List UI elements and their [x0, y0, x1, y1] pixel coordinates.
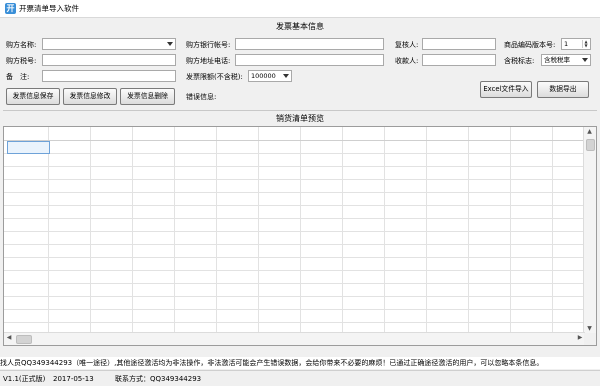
- reviewer-label: 复核人:: [395, 41, 419, 49]
- limit-value: 100000: [251, 72, 276, 80]
- scroll-up-icon[interactable]: ▲: [584, 127, 595, 137]
- chevron-down-icon: [283, 74, 289, 78]
- grid-row-line: [4, 322, 596, 323]
- tax-flag-dropdown[interactable]: 含税税率: [541, 54, 591, 66]
- grid-row-line: [4, 231, 596, 232]
- window-title: 开票清单导入软件: [19, 4, 79, 13]
- grid-row-line: [4, 244, 596, 245]
- grid-column-line: [174, 127, 175, 345]
- limit-label: 发票限额(不含税):: [186, 73, 243, 81]
- code-version-label: 商品编码版本号:: [504, 41, 556, 49]
- grid-row-line: [4, 283, 596, 284]
- status-bar: V1.1(正式版) 2017-05-13 联系方式：QQ349344293: [0, 370, 600, 386]
- excel-import-button[interactable]: Excel文件导入: [480, 81, 532, 98]
- bank-account-label: 购方银行帐号:: [186, 41, 231, 49]
- grid-row-line: [4, 296, 596, 297]
- error-label: 错误信息:: [186, 93, 217, 101]
- grid-column-line: [216, 127, 217, 345]
- vertical-scrollbar[interactable]: ▲ ▼: [583, 127, 596, 334]
- tax-flag-label: 含税标志:: [504, 57, 535, 65]
- save-invoice-button[interactable]: 发票信息保存: [6, 88, 60, 105]
- chevron-down-icon: [582, 58, 588, 62]
- grid-column-line: [300, 127, 301, 345]
- bank-account-input[interactable]: [235, 38, 384, 50]
- grid-column-line: [258, 127, 259, 345]
- grid-header-line: [4, 140, 596, 141]
- tax-flag-value: 含税税率: [544, 56, 570, 64]
- grid-column-line: [48, 127, 49, 345]
- remark-input[interactable]: [42, 70, 176, 82]
- selected-cell[interactable]: [7, 141, 50, 154]
- scrollbar-corner: [584, 333, 596, 345]
- grid-row-line: [4, 270, 596, 271]
- grid-column-line: [342, 127, 343, 345]
- release-date: 2017-05-13: [53, 375, 94, 383]
- section-divider: [3, 110, 597, 111]
- grid-row-line: [4, 166, 596, 167]
- contact-text: 联系方式：QQ349344293: [115, 375, 202, 383]
- payee-input[interactable]: [422, 54, 496, 66]
- address-phone-label: 购方地址电话:: [186, 57, 231, 65]
- title-bar: 开 开票清单导入软件: [0, 0, 600, 18]
- delete-invoice-button[interactable]: 发票信息删除: [120, 88, 175, 105]
- grid-column-line: [384, 127, 385, 345]
- grid-column-line: [90, 127, 91, 345]
- grid-column-line: [552, 127, 553, 345]
- grid-row-line: [4, 309, 596, 310]
- grid-row-line: [4, 218, 596, 219]
- section-title: 发票基本信息: [276, 22, 324, 31]
- spin-arrows-icon[interactable]: ▲ ▼: [582, 40, 589, 48]
- vertical-scroll-thumb[interactable]: [586, 139, 595, 151]
- version-text: V1.1(正式版): [3, 375, 46, 383]
- sales-list-title: 销货清单预览: [276, 114, 324, 123]
- remark-label: 备 注:: [6, 73, 30, 81]
- sales-list-grid[interactable]: ▲ ▼ ◀ ▶: [3, 126, 597, 346]
- reviewer-input[interactable]: [422, 38, 496, 50]
- grid-row-line: [4, 205, 596, 206]
- export-button[interactable]: 数据导出: [537, 81, 589, 98]
- horizontal-scroll-thumb[interactable]: [16, 335, 32, 344]
- limit-dropdown[interactable]: 100000: [248, 70, 292, 82]
- modify-invoice-button[interactable]: 发票信息修改: [63, 88, 117, 105]
- horizontal-scrollbar[interactable]: ◀ ▶: [4, 332, 585, 345]
- payee-label: 收款人:: [395, 57, 419, 65]
- grid-column-line: [468, 127, 469, 345]
- buyer-tax-input[interactable]: [42, 54, 176, 66]
- grid-column-line: [510, 127, 511, 345]
- app-icon: 开: [5, 3, 16, 14]
- grid-row-line: [4, 153, 596, 154]
- buyer-name-dropdown[interactable]: [42, 38, 176, 50]
- grid-row-line: [4, 257, 596, 258]
- activation-notice: 找人员QQ349344293（唯一途径）,其他途径激活均为非法操作，非法激活可能…: [0, 357, 600, 369]
- buyer-name-label: 购方名称:: [6, 41, 37, 49]
- scroll-left-icon[interactable]: ◀: [4, 333, 14, 344]
- buyer-tax-label: 购方税号:: [6, 57, 37, 65]
- grid-column-line: [426, 127, 427, 345]
- chevron-down-icon: [167, 42, 173, 46]
- code-version-value: 1: [564, 40, 569, 48]
- address-phone-input[interactable]: [235, 54, 384, 66]
- grid-column-line: [132, 127, 133, 345]
- code-version-stepper[interactable]: 1 ▲ ▼: [561, 38, 591, 50]
- grid-row-line: [4, 179, 596, 180]
- grid-row-line: [4, 192, 596, 193]
